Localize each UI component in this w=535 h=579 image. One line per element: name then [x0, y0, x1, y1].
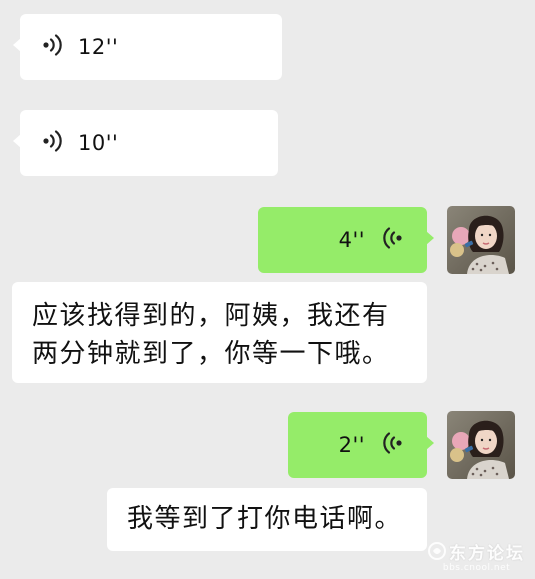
watermark-title: 东方论坛 [449, 543, 525, 564]
text-message-incoming[interactable]: 应该找得到的，阿姨，我还有 两分钟就到了，你等一下哦。 [12, 282, 427, 383]
message-line: 两分钟就到了，你等一下哦。 [32, 339, 390, 369]
voice-message-outgoing[interactable]: 4'' [258, 207, 434, 273]
voice-wave-left-icon [42, 129, 64, 157]
voice-message-outgoing[interactable]: 2'' [288, 412, 434, 478]
avatar[interactable] [447, 411, 515, 479]
voice-duration: 2'' [338, 433, 365, 457]
text-message-incoming[interactable]: 我等到了打你电话啊。 [107, 488, 427, 551]
voice-wave-left-icon [42, 33, 64, 61]
avatar[interactable] [447, 206, 515, 274]
voice-wave-right-icon [381, 226, 403, 254]
voice-duration: 12'' [78, 35, 119, 59]
voice-wave-right-icon [381, 431, 403, 459]
message-line: 应该找得到的，阿姨，我还有 [32, 301, 390, 331]
message-line: 我等到了打你电话啊。 [127, 504, 403, 534]
voice-message-incoming[interactable]: 10'' [13, 110, 278, 176]
watermark: 东方论坛 bbs.cnool.net [428, 539, 525, 573]
message-text: 应该找得到的，阿姨，我还有 两分钟就到了，你等一下哦。 [32, 297, 427, 373]
voice-message-incoming[interactable]: 12'' [13, 14, 282, 80]
forum-logo-icon [428, 542, 446, 565]
voice-duration: 10'' [78, 131, 119, 155]
voice-duration: 4'' [338, 228, 365, 252]
